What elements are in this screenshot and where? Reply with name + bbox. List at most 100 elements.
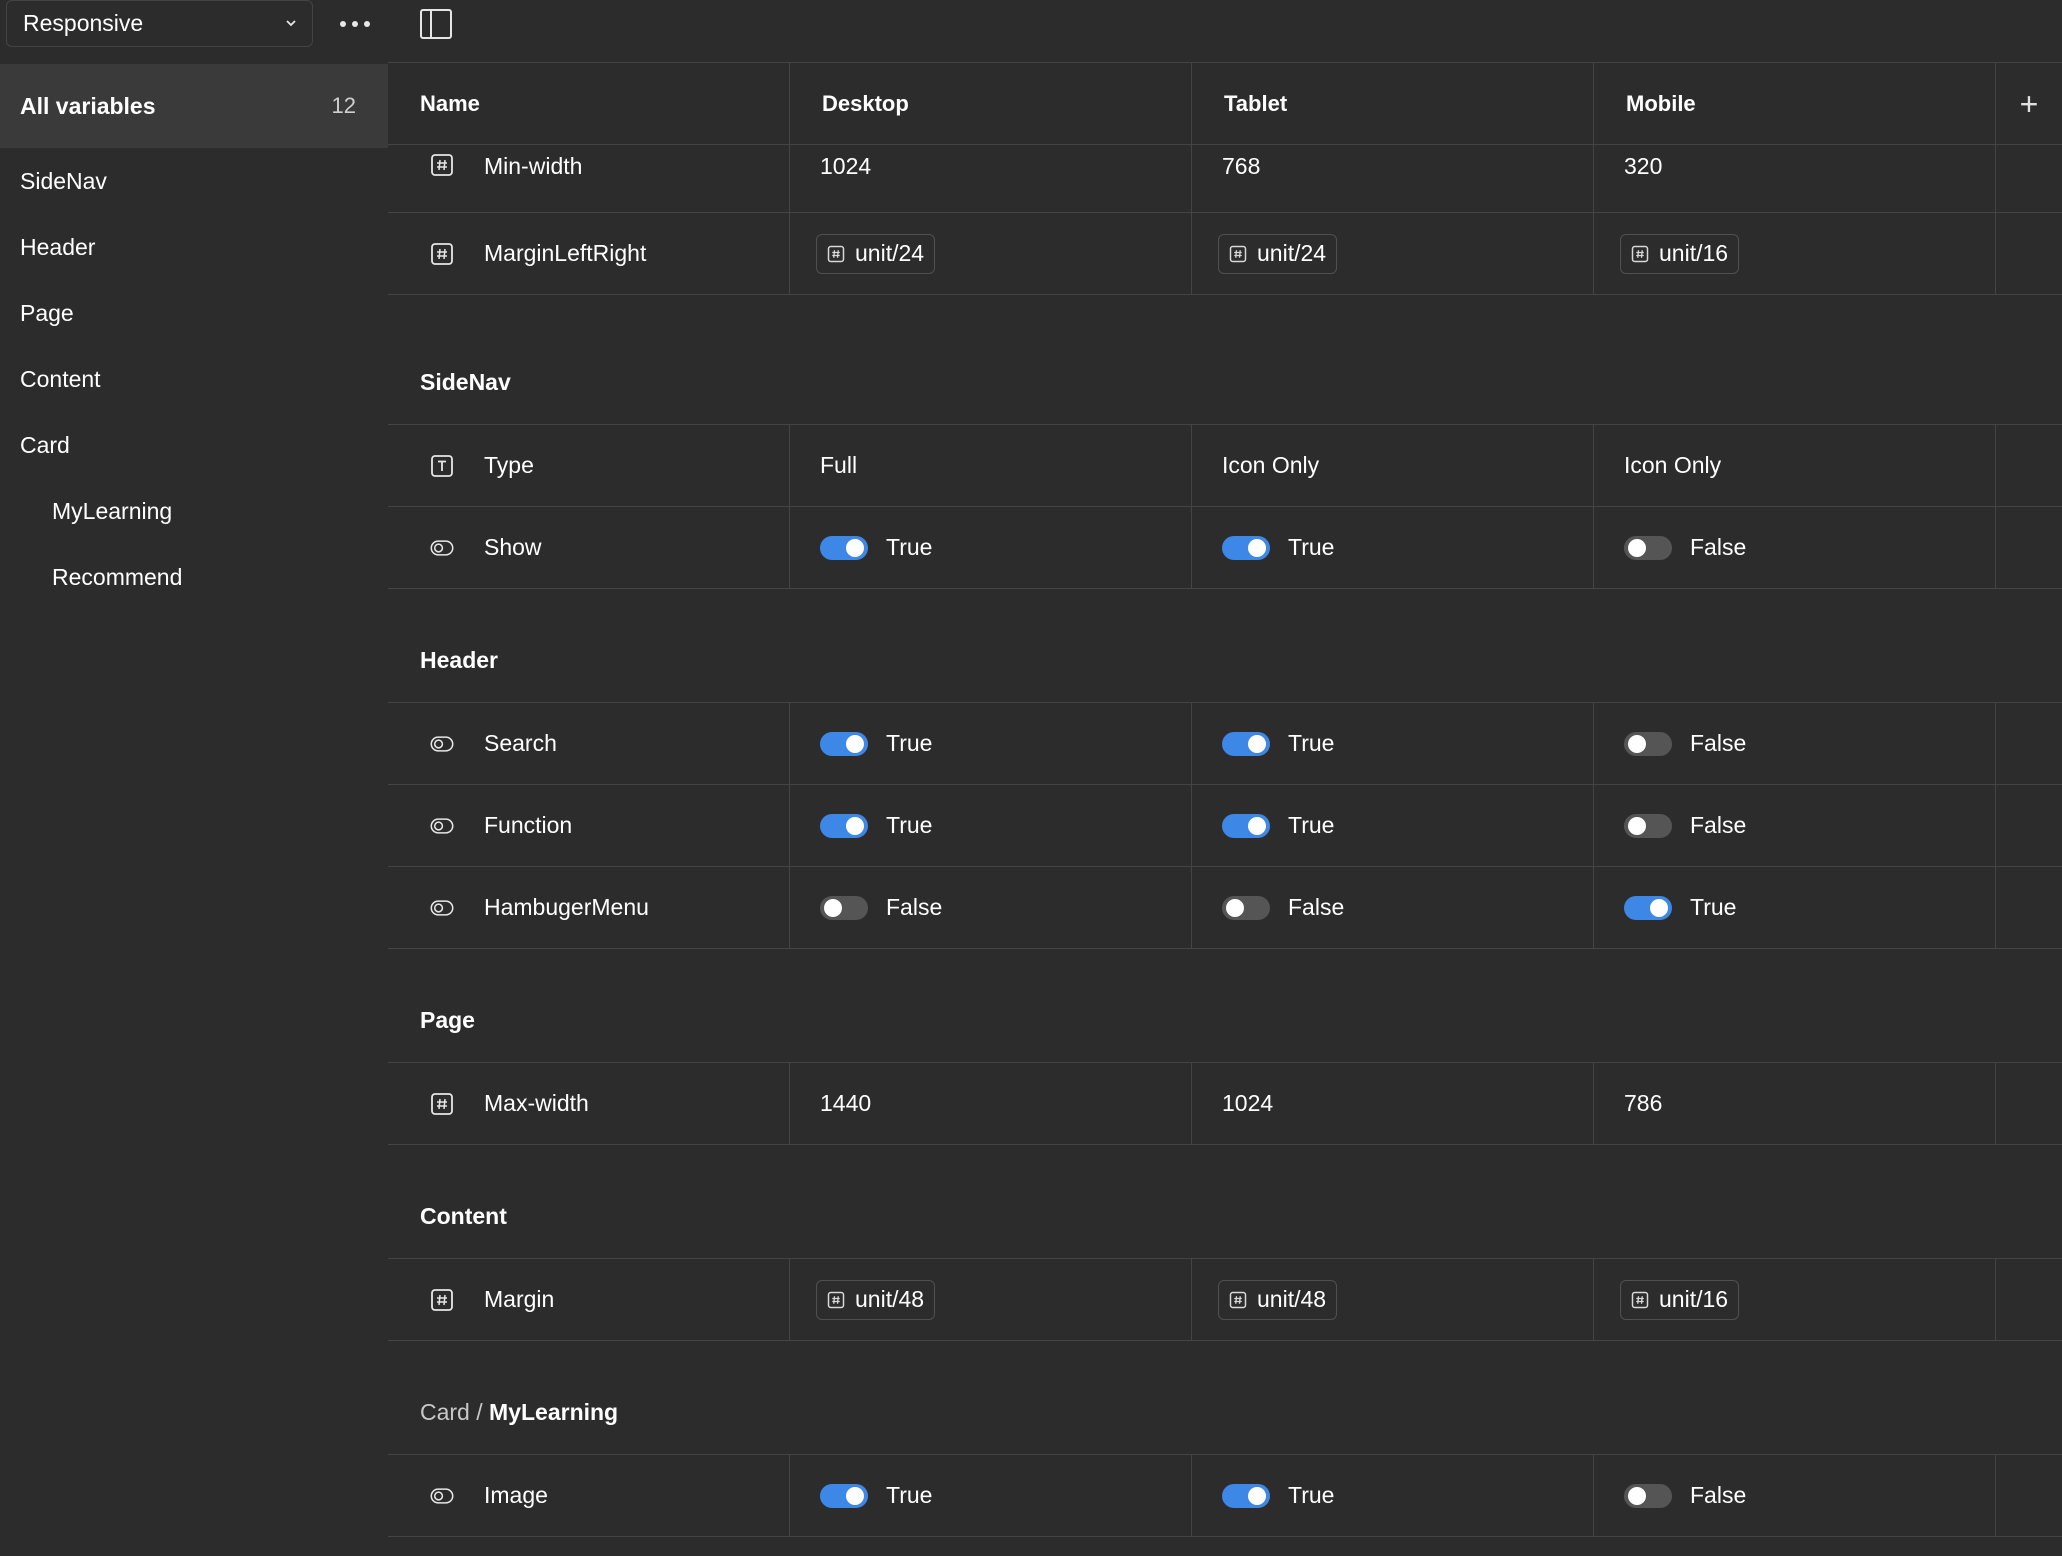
empty-cell [1996,507,2062,588]
alias-value: unit/16 [1659,240,1729,266]
empty-cell [1996,703,2062,784]
sidebar-item-card[interactable]: Card [0,412,388,478]
value-cell[interactable]: Icon Only [1192,425,1594,506]
variable-row[interactable]: Max-width 1440 1024 786 [388,1063,2062,1145]
alias-chip[interactable]: unit/24 [1218,233,1338,274]
alias-value: unit/48 [1257,1286,1327,1312]
empty-cell [1996,425,2062,506]
value-text: 768 [1222,153,1261,179]
more-options-icon[interactable] [330,4,380,44]
variable-row[interactable]: HambugerMenu False False True [388,867,2062,949]
value-cell[interactable]: Icon Only [1594,425,1996,506]
variable-row[interactable]: Margin unit/48 unit/48 unit/16 [388,1259,2062,1341]
variable-name-cell[interactable]: Image [388,1455,790,1536]
sidebar-item-sidenav[interactable]: SideNav [0,148,388,214]
sidebar-toggle-icon[interactable] [420,9,452,39]
boolean-toggle[interactable] [1222,895,1270,920]
alias-chip[interactable]: unit/16 [1620,233,1740,274]
variable-name-cell[interactable]: Max-width [388,1063,790,1144]
variable-name-cell[interactable]: Search [388,703,790,784]
boolean-toggle[interactable] [1222,731,1270,756]
boolean-toggle[interactable] [820,895,868,920]
value-cell: unit/16 [1594,1259,1996,1340]
sidebar-item-mylearning[interactable]: MyLearning [0,478,388,544]
boolean-toggle[interactable] [820,535,868,560]
column-header-mobile[interactable]: Mobile [1594,63,1996,144]
value-cell[interactable]: 1024 [790,145,1192,212]
value-cell: True [1192,507,1594,588]
boolean-toggle[interactable] [820,731,868,756]
variable-row[interactable]: Function True True False [388,785,2062,867]
variable-name-cell[interactable]: Margin [388,1259,790,1340]
value-text: 1440 [820,1090,872,1116]
boolean-toggle[interactable] [1624,895,1672,920]
variable-row[interactable]: Min-width 1024 768 320 [388,145,2062,213]
variable-row[interactable]: Image True True False [388,1455,2062,1537]
value-cell: False [1594,507,1996,588]
alias-chip[interactable]: unit/48 [816,1279,936,1320]
value-cell: False [1594,785,1996,866]
sidebar-item-content[interactable]: Content [0,346,388,412]
empty-cell [1996,1455,2062,1536]
sidebar-item-label: All variables [20,92,156,119]
variable-row[interactable]: MarginLeftRight unit/24 unit/24 unit/16 [388,213,2062,295]
sidebar-item-label: Content [20,365,101,392]
alias-value: unit/24 [1257,240,1327,266]
sidebar-item-header[interactable]: Header [0,214,388,280]
boolean-toggle[interactable] [1222,535,1270,560]
toggle-knob [846,1486,864,1505]
alias-chip[interactable]: unit/16 [1620,1279,1740,1320]
boolean-toggle[interactable] [1624,535,1672,560]
value-cell[interactable]: 786 [1594,1063,1996,1144]
column-header-desktop[interactable]: Desktop [790,63,1192,144]
value-text: 320 [1624,153,1663,179]
value-cell: unit/48 [790,1259,1192,1340]
boolean-value: False [886,894,943,920]
variable-name-cell[interactable]: MarginLeftRight [388,213,790,294]
boolean-icon [430,1484,454,1508]
number-icon [1229,1291,1247,1309]
boolean-value: True [1690,894,1737,920]
boolean-toggle[interactable] [1222,813,1270,838]
boolean-toggle[interactable] [1624,731,1672,756]
variable-row[interactable]: Search True True False [388,703,2062,785]
toggle-knob [846,734,864,753]
collection-dropdown[interactable]: Responsive [6,0,313,47]
value-cell[interactable]: 1024 [1192,1063,1594,1144]
number-icon [1229,245,1247,263]
empty-cell [1996,145,2062,212]
boolean-toggle[interactable] [820,813,868,838]
add-mode-button[interactable]: + [1996,63,2062,144]
boolean-value: True [886,534,933,560]
variable-name-cell[interactable]: Min-width [388,145,790,212]
sidebar-item-recommend[interactable]: Recommend [0,544,388,610]
variable-name-cell[interactable]: Function [388,785,790,866]
value-cell[interactable]: Full [790,425,1192,506]
boolean-icon [430,814,454,838]
group-title-text: SideNav [420,369,511,395]
value-cell[interactable]: 768 [1192,145,1594,212]
variable-name: Show [484,534,542,560]
variable-name-cell[interactable]: HambugerMenu [388,867,790,948]
variable-name-cell[interactable]: Show [388,507,790,588]
alias-chip[interactable]: unit/24 [816,233,936,274]
value-cell: True [790,703,1192,784]
toggle-knob [1248,1486,1266,1505]
boolean-toggle[interactable] [820,1483,868,1508]
value-cell[interactable]: 1440 [790,1063,1192,1144]
boolean-toggle[interactable] [1624,1483,1672,1508]
value-cell[interactable]: 320 [1594,145,1996,212]
alias-chip[interactable]: unit/48 [1218,1279,1338,1320]
group-header-header: Header [388,589,2062,703]
boolean-toggle[interactable] [1624,813,1672,838]
sidebar-item-page[interactable]: Page [0,280,388,346]
variable-row[interactable]: Show True True False [388,507,2062,589]
boolean-value: True [1288,730,1335,756]
column-header-tablet[interactable]: Tablet [1192,63,1594,144]
boolean-toggle[interactable] [1222,1483,1270,1508]
sidebar-item-all-variables[interactable]: All variables 12 [0,64,388,148]
variable-row[interactable]: Type Full Icon Only Icon Only [388,425,2062,507]
empty-cell [1996,1063,2062,1144]
variable-name: HambugerMenu [484,894,649,920]
variable-name-cell[interactable]: Type [388,425,790,506]
